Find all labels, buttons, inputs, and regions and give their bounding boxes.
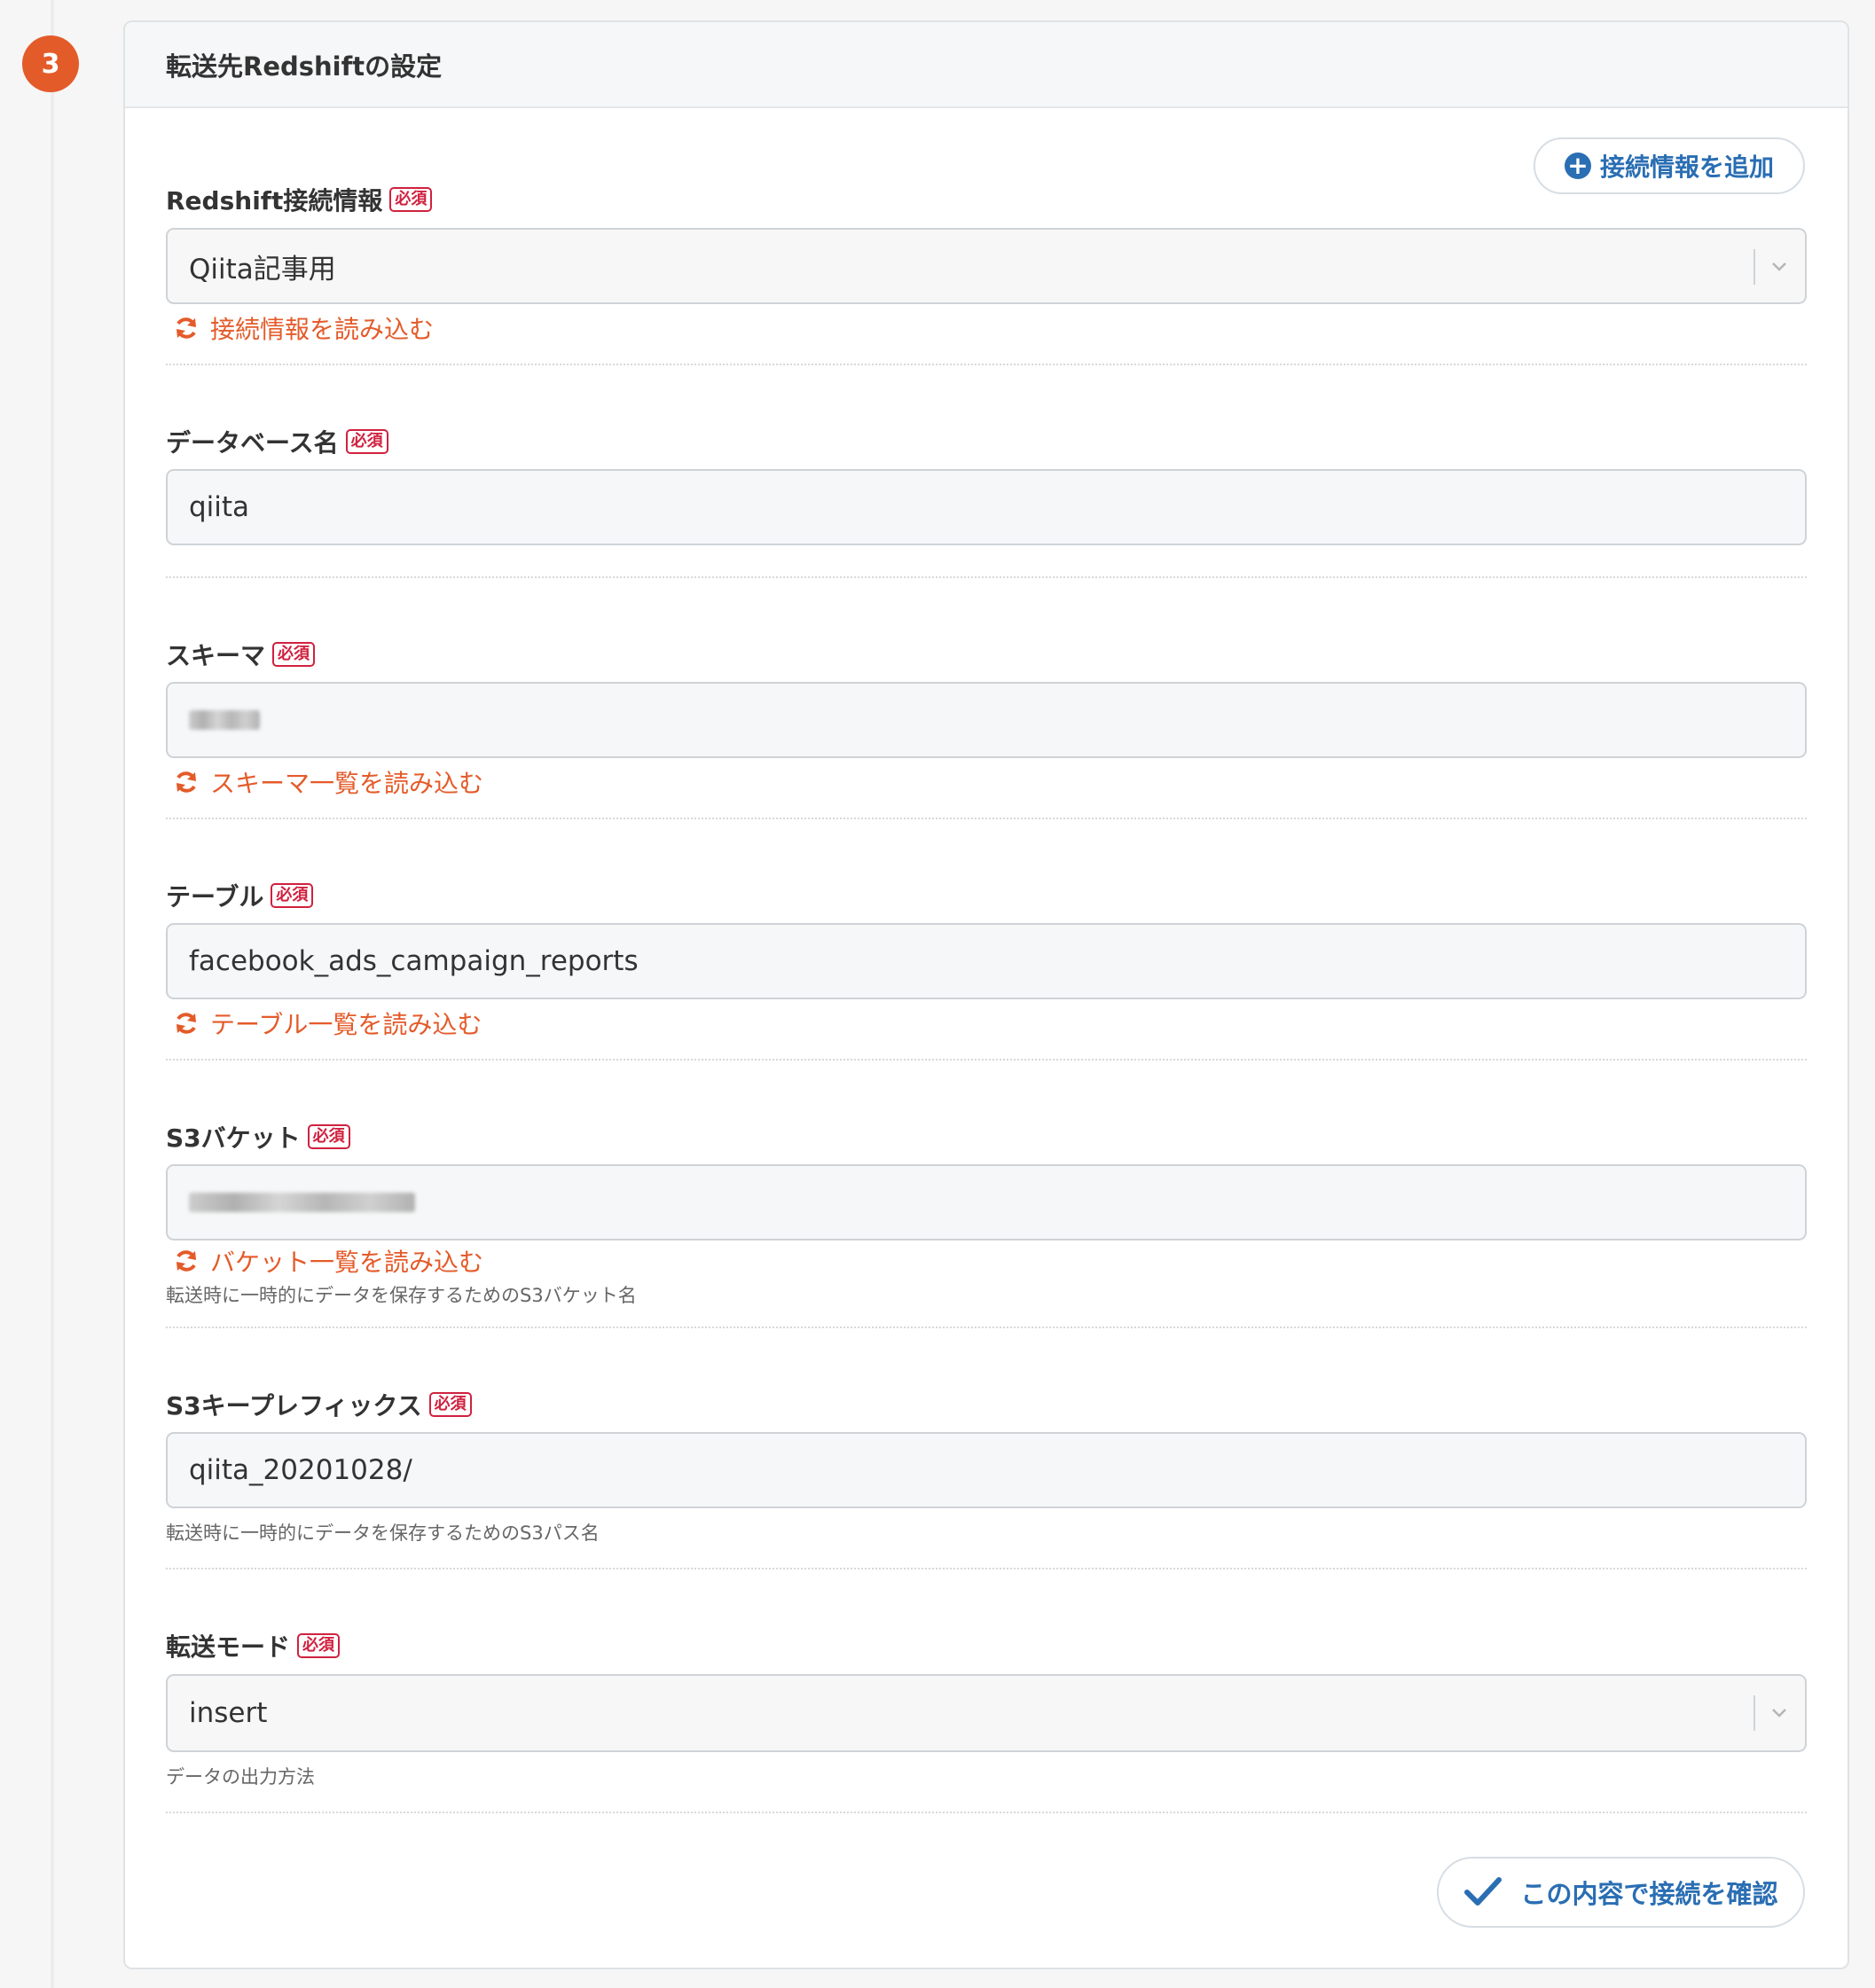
chevron-down-icon: [1772, 1709, 1786, 1718]
connection-select-value: Qiita記事用: [189, 253, 336, 286]
reload-icon: [177, 1250, 196, 1272]
required-badge: 必須: [272, 642, 316, 667]
reload-buckets-link[interactable]: バケット一覧を読み込む: [166, 1244, 1807, 1278]
confirm-connection-label: この内容で接続を確認: [1520, 1879, 1778, 1909]
reload-connections-label: 接続情報を読み込む: [210, 315, 435, 344]
connection-field: Redshift接続情報 必須 Qiita記事用 接続情報を読み込む: [166, 182, 1807, 345]
divider: [166, 1812, 1807, 1813]
timeline-line: [51, 0, 54, 1988]
select-separator: [1753, 1695, 1755, 1731]
table-field: テーブル 必須 facebook_ads_campaign_reports テー…: [166, 878, 1807, 1040]
card-header: 転送先Redshiftの設定: [125, 22, 1848, 108]
table-input-value: facebook_ads_campaign_reports: [189, 945, 639, 977]
reload-tables-label: テーブル一覧を読み込む: [210, 1010, 482, 1039]
required-badge: 必須: [345, 429, 388, 454]
transfer-mode-select[interactable]: insert: [166, 1674, 1807, 1752]
s3-key-prefix-label: S3キープレフィックス: [166, 1391, 422, 1421]
chevron-down-icon: [1772, 262, 1786, 271]
card-title: 転送先Redshiftの設定: [166, 51, 443, 82]
table-input[interactable]: facebook_ads_campaign_reports: [166, 923, 1807, 999]
reload-icon: [177, 771, 196, 793]
transfer-mode-label: 転送モード: [166, 1632, 291, 1662]
required-badge: 必須: [389, 187, 433, 212]
s3-bucket-input[interactable]: [166, 1164, 1807, 1241]
reload-icon: [177, 317, 196, 339]
s3-key-prefix-field: S3キープレフィックス 必須 qiita_20201028/ 転送時に一時的にデ…: [166, 1387, 1807, 1546]
s3-bucket-field: S3バケット 必須 バケット一覧を読み込む 転送時に一時的にデータを保存するため…: [166, 1119, 1807, 1308]
s3-bucket-hint: 転送時に一時的にデータを保存するためのS3バケット名: [166, 1285, 637, 1306]
schema-input[interactable]: [166, 682, 1807, 758]
redshift-settings-card: 転送先Redshiftの設定 + 接続情報を追加 Redshift接続情報 必須…: [123, 20, 1849, 1969]
required-badge: 必須: [297, 1633, 341, 1658]
divider: [166, 364, 1807, 365]
database-label: データベース名: [166, 428, 339, 458]
reload-connections-link[interactable]: 接続情報を読み込む: [166, 311, 1807, 345]
redacted-value: [189, 710, 260, 730]
s3-key-prefix-input[interactable]: qiita_20201028/: [166, 1432, 1807, 1508]
schema-field: スキーマ 必須 スキーマ一覧を読み込む: [166, 637, 1807, 799]
required-badge: 必須: [428, 1392, 472, 1417]
s3-key-prefix-hint: 転送時に一時的にデータを保存するためのS3パス名: [166, 1522, 600, 1544]
connection-select[interactable]: Qiita記事用: [166, 228, 1807, 304]
select-separator: [1753, 249, 1755, 285]
transfer-mode-field: 転送モード 必須 insert データの出力方法: [166, 1628, 1807, 1789]
database-input-value: qiita: [189, 491, 250, 523]
reload-icon: [177, 1013, 196, 1034]
redacted-value: [189, 1193, 415, 1212]
divider: [166, 1059, 1807, 1061]
confirm-connection-button[interactable]: この内容で接続を確認: [1437, 1857, 1805, 1928]
s3-bucket-label: S3バケット: [166, 1123, 301, 1153]
table-label: テーブル: [166, 882, 264, 912]
reload-schemas-label: スキーマ一覧を読み込む: [210, 769, 484, 798]
database-input[interactable]: qiita: [166, 469, 1807, 545]
reload-buckets-label: バケット一覧を読み込む: [210, 1248, 484, 1277]
database-field: データベース名 必須 qiita: [166, 424, 1807, 545]
divider: [166, 1327, 1807, 1328]
divider: [166, 576, 1807, 578]
required-badge: 必須: [307, 1124, 350, 1149]
divider: [166, 1568, 1807, 1569]
add-connection-label: 接続情報を追加: [1599, 153, 1774, 182]
reload-schemas-link[interactable]: スキーマ一覧を読み込む: [166, 765, 1807, 799]
connection-label: Redshift接続情報: [166, 186, 383, 215]
s3-key-prefix-value: qiita_20201028/: [189, 1454, 412, 1486]
transfer-mode-value: insert: [189, 1697, 268, 1729]
transfer-mode-hint: データの出力方法: [166, 1766, 315, 1788]
required-badge: 必須: [271, 883, 314, 908]
schema-label: スキーマ: [166, 641, 266, 670]
check-icon: [1464, 1877, 1502, 1906]
reload-tables-link[interactable]: テーブル一覧を読み込む: [166, 1006, 1807, 1040]
plus-circle-icon: +: [1564, 153, 1591, 179]
step-number-badge: 3: [22, 35, 79, 92]
divider: [166, 818, 1807, 819]
